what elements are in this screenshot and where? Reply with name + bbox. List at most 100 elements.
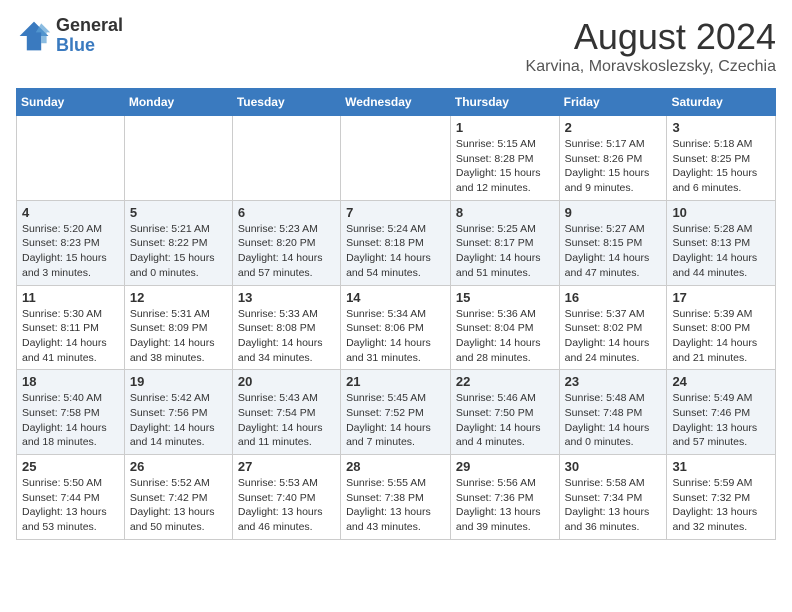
calendar-cell	[341, 116, 451, 201]
calendar-cell: 17 Sunrise: 5:39 AMSunset: 8:00 PMDayligh…	[667, 285, 776, 370]
day-number: 21	[346, 374, 445, 389]
day-info: Sunrise: 5:30 AMSunset: 8:11 PMDaylight:…	[22, 307, 119, 366]
calendar-cell: 10 Sunrise: 5:28 AMSunset: 8:13 PMDayligh…	[667, 200, 776, 285]
day-number: 31	[672, 459, 770, 474]
day-info: Sunrise: 5:15 AMSunset: 8:28 PMDaylight:…	[456, 137, 554, 196]
day-number: 20	[238, 374, 335, 389]
calendar-cell: 8 Sunrise: 5:25 AMSunset: 8:17 PMDaylight…	[450, 200, 559, 285]
logo-text: General Blue	[56, 16, 123, 56]
day-info: Sunrise: 5:31 AMSunset: 8:09 PMDaylight:…	[130, 307, 227, 366]
day-number: 28	[346, 459, 445, 474]
calendar-cell: 16 Sunrise: 5:37 AMSunset: 8:02 PMDayligh…	[559, 285, 667, 370]
week-row-1: 1 Sunrise: 5:15 AMSunset: 8:28 PMDaylight…	[17, 116, 776, 201]
calendar-cell	[232, 116, 340, 201]
day-number: 11	[22, 290, 119, 305]
calendar-cell: 20 Sunrise: 5:43 AMSunset: 7:54 PMDayligh…	[232, 370, 340, 455]
day-number: 17	[672, 290, 770, 305]
calendar-cell: 24Sunrise: 5:49 AMSunset: 7:46 PMDayligh…	[667, 370, 776, 455]
day-info: Sunrise: 5:45 AMSunset: 7:52 PMDaylight:…	[346, 391, 445, 450]
calendar-cell	[17, 116, 125, 201]
day-number: 3	[672, 120, 770, 135]
week-row-4: 18Sunrise: 5:40 AMSunset: 7:58 PMDayligh…	[17, 370, 776, 455]
calendar-cell: 27Sunrise: 5:53 AMSunset: 7:40 PMDayligh…	[232, 455, 340, 540]
day-info: Sunrise: 5:21 AMSunset: 8:22 PMDaylight:…	[130, 222, 227, 281]
day-number: 29	[456, 459, 554, 474]
day-info: Sunrise: 5:40 AMSunset: 7:58 PMDaylight:…	[22, 391, 119, 450]
calendar-cell: 18Sunrise: 5:40 AMSunset: 7:58 PMDayligh…	[17, 370, 125, 455]
title-block: August 2024 Karvina, Moravskoslezsky, Cz…	[526, 16, 776, 76]
calendar-cell: 30 Sunrise: 5:58 AMSunset: 7:34 PMDayligh…	[559, 455, 667, 540]
day-info: Sunrise: 5:43 AMSunset: 7:54 PMDaylight:…	[238, 391, 335, 450]
calendar-table: SundayMondayTuesdayWednesdayThursdayFrid…	[16, 88, 776, 540]
day-number: 1	[456, 120, 554, 135]
calendar-cell: 21 Sunrise: 5:45 AMSunset: 7:52 PMDayligh…	[341, 370, 451, 455]
day-info: Sunrise: 5:46 AMSunset: 7:50 PMDaylight:…	[456, 391, 554, 450]
header-wednesday: Wednesday	[341, 89, 451, 116]
calendar-cell: 19 Sunrise: 5:42 AMSunset: 7:56 PMDayligh…	[124, 370, 232, 455]
day-number: 16	[565, 290, 662, 305]
day-info: Sunrise: 5:34 AMSunset: 8:06 PMDaylight:…	[346, 307, 445, 366]
day-number: 22	[456, 374, 554, 389]
calendar-cell: 6 Sunrise: 5:23 AMSunset: 8:20 PMDaylight…	[232, 200, 340, 285]
day-info: Sunrise: 5:58 AMSunset: 7:34 PMDaylight:…	[565, 476, 662, 535]
day-info: Sunrise: 5:59 AMSunset: 7:32 PMDaylight:…	[672, 476, 770, 535]
day-number: 8	[456, 205, 554, 220]
week-row-2: 4 Sunrise: 5:20 AMSunset: 8:23 PMDaylight…	[17, 200, 776, 285]
day-info: Sunrise: 5:17 AMSunset: 8:26 PMDaylight:…	[565, 137, 662, 196]
day-info: Sunrise: 5:33 AMSunset: 8:08 PMDaylight:…	[238, 307, 335, 366]
month-title: August 2024	[526, 16, 776, 58]
header-friday: Friday	[559, 89, 667, 116]
day-info: Sunrise: 5:18 AMSunset: 8:25 PMDaylight:…	[672, 137, 770, 196]
day-info: Sunrise: 5:37 AMSunset: 8:02 PMDaylight:…	[565, 307, 662, 366]
logo-general: General	[56, 16, 123, 36]
calendar-cell: 4 Sunrise: 5:20 AMSunset: 8:23 PMDaylight…	[17, 200, 125, 285]
header-saturday: Saturday	[667, 89, 776, 116]
day-number: 30	[565, 459, 662, 474]
day-info: Sunrise: 5:39 AMSunset: 8:00 PMDaylight:…	[672, 307, 770, 366]
header-tuesday: Tuesday	[232, 89, 340, 116]
day-number: 6	[238, 205, 335, 220]
day-number: 15	[456, 290, 554, 305]
day-info: Sunrise: 5:42 AMSunset: 7:56 PMDaylight:…	[130, 391, 227, 450]
calendar-cell: 12Sunrise: 5:31 AMSunset: 8:09 PMDayligh…	[124, 285, 232, 370]
day-number: 23	[565, 374, 662, 389]
calendar-cell: 28 Sunrise: 5:55 AMSunset: 7:38 PMDayligh…	[341, 455, 451, 540]
calendar-cell: 22 Sunrise: 5:46 AMSunset: 7:50 PMDayligh…	[450, 370, 559, 455]
page-header: General Blue August 2024 Karvina, Moravs…	[16, 16, 776, 76]
day-number: 26	[130, 459, 227, 474]
calendar-cell: 5 Sunrise: 5:21 AMSunset: 8:22 PMDaylight…	[124, 200, 232, 285]
day-number: 24	[672, 374, 770, 389]
calendar-cell: 3 Sunrise: 5:18 AMSunset: 8:25 PMDaylight…	[667, 116, 776, 201]
calendar-cell: 14 Sunrise: 5:34 AMSunset: 8:06 PMDayligh…	[341, 285, 451, 370]
day-number: 10	[672, 205, 770, 220]
calendar-header-row: SundayMondayTuesdayWednesdayThursdayFrid…	[17, 89, 776, 116]
day-info: Sunrise: 5:20 AMSunset: 8:23 PMDaylight:…	[22, 222, 119, 281]
day-number: 4	[22, 205, 119, 220]
day-number: 19	[130, 374, 227, 389]
calendar-cell: 7 Sunrise: 5:24 AMSunset: 8:18 PMDaylight…	[341, 200, 451, 285]
header-thursday: Thursday	[450, 89, 559, 116]
calendar-cell: 31 Sunrise: 5:59 AMSunset: 7:32 PMDayligh…	[667, 455, 776, 540]
day-number: 9	[565, 205, 662, 220]
week-row-3: 11 Sunrise: 5:30 AMSunset: 8:11 PMDayligh…	[17, 285, 776, 370]
day-info: Sunrise: 5:23 AMSunset: 8:20 PMDaylight:…	[238, 222, 335, 281]
week-row-5: 25Sunrise: 5:50 AMSunset: 7:44 PMDayligh…	[17, 455, 776, 540]
day-number: 14	[346, 290, 445, 305]
day-info: Sunrise: 5:24 AMSunset: 8:18 PMDaylight:…	[346, 222, 445, 281]
day-number: 7	[346, 205, 445, 220]
day-info: Sunrise: 5:28 AMSunset: 8:13 PMDaylight:…	[672, 222, 770, 281]
calendar-cell: 2Sunrise: 5:17 AMSunset: 8:26 PMDaylight…	[559, 116, 667, 201]
calendar-cell	[124, 116, 232, 201]
day-number: 5	[130, 205, 227, 220]
calendar-cell: 9Sunrise: 5:27 AMSunset: 8:15 PMDaylight…	[559, 200, 667, 285]
day-info: Sunrise: 5:50 AMSunset: 7:44 PMDaylight:…	[22, 476, 119, 535]
day-info: Sunrise: 5:52 AMSunset: 7:42 PMDaylight:…	[130, 476, 227, 535]
header-sunday: Sunday	[17, 89, 125, 116]
logo-icon	[16, 18, 52, 54]
day-info: Sunrise: 5:55 AMSunset: 7:38 PMDaylight:…	[346, 476, 445, 535]
calendar-cell: 26 Sunrise: 5:52 AMSunset: 7:42 PMDayligh…	[124, 455, 232, 540]
calendar-cell: 11 Sunrise: 5:30 AMSunset: 8:11 PMDayligh…	[17, 285, 125, 370]
day-info: Sunrise: 5:25 AMSunset: 8:17 PMDaylight:…	[456, 222, 554, 281]
day-info: Sunrise: 5:53 AMSunset: 7:40 PMDaylight:…	[238, 476, 335, 535]
day-info: Sunrise: 5:48 AMSunset: 7:48 PMDaylight:…	[565, 391, 662, 450]
